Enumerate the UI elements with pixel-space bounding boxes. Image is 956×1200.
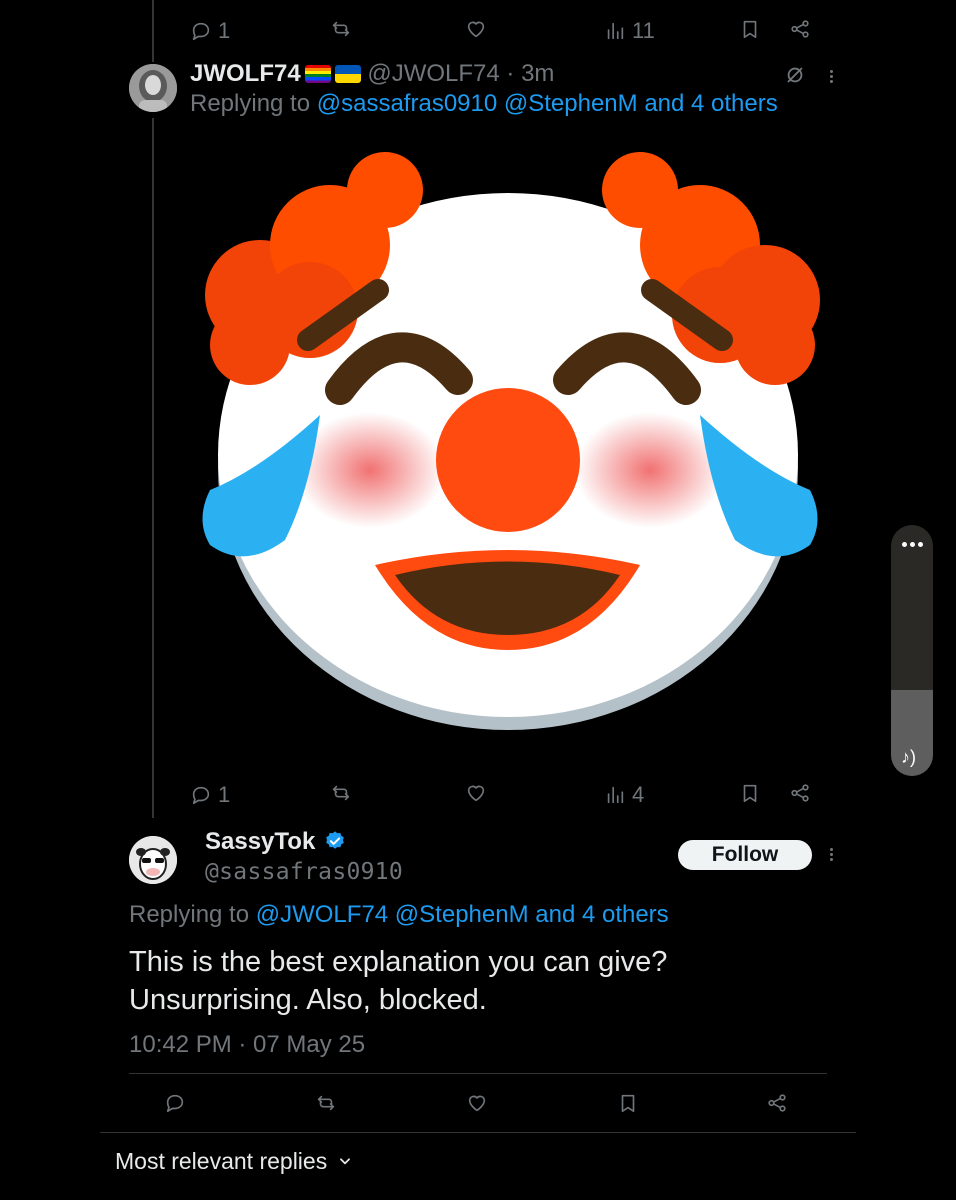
share-button[interactable] xyxy=(789,18,811,40)
replies-sort-dropdown[interactable]: Most relevant replies xyxy=(115,1148,352,1175)
clown-emoji-image[interactable] xyxy=(190,150,830,730)
like-button[interactable] xyxy=(466,1092,488,1114)
share-button[interactable] xyxy=(789,782,811,804)
bookmark-button[interactable] xyxy=(617,1092,639,1114)
replying-to-links[interactable]: @sassafras0910 @StephenM and 4 others xyxy=(317,90,778,117)
divider xyxy=(129,1073,827,1074)
handle-time[interactable]: @JWOLF74 · 3m xyxy=(367,60,554,87)
tweet-text-line: This is the best explanation you can giv… xyxy=(129,946,668,978)
heart-icon xyxy=(467,785,485,802)
display-name[interactable]: SassyTok xyxy=(205,828,315,855)
music-note-icon: ♪) xyxy=(901,747,916,767)
share-icon xyxy=(768,1094,786,1112)
repost-icon xyxy=(332,21,350,37)
tweet-header: JWOLF74 @JWOLF74 · 3m xyxy=(190,60,554,88)
follow-button[interactable]: Follow xyxy=(678,840,812,870)
replying-to: Replying to @sassafras0910 @StephenM and… xyxy=(190,90,778,117)
media-side-control[interactable]: ♪) xyxy=(891,525,933,776)
handle[interactable]: @sassafras0910 xyxy=(205,859,403,885)
share-button[interactable] xyxy=(766,1092,788,1114)
share-icon xyxy=(791,784,809,802)
views-button[interactable]: 4 xyxy=(604,782,644,808)
heart-icon xyxy=(467,21,485,38)
repost-icon xyxy=(332,785,350,801)
divider xyxy=(100,1132,856,1133)
grok-icon[interactable] xyxy=(784,64,806,86)
avatar-photo xyxy=(129,64,177,112)
thread-line-top xyxy=(152,0,154,62)
chevron-down-icon xyxy=(339,1158,350,1165)
more-options-icon[interactable] xyxy=(830,68,834,85)
repost-button[interactable] xyxy=(315,1092,337,1114)
views-icon xyxy=(607,22,624,40)
reply-icon xyxy=(192,22,210,41)
more-options-icon[interactable] xyxy=(830,846,834,863)
timestamp[interactable]: 10:42 PM · 07 May 25 xyxy=(129,1031,365,1059)
repost-icon xyxy=(317,1095,335,1111)
views-button[interactable]: 11 xyxy=(604,18,655,44)
thread-line-reply xyxy=(152,118,154,818)
avatar[interactable] xyxy=(129,64,177,112)
more-options-icon[interactable] xyxy=(902,542,923,547)
reply-button[interactable]: 1 xyxy=(190,782,230,808)
tweet-text: This is the best explanation you can giv… xyxy=(129,943,667,1019)
ukraine-flag-icon xyxy=(334,65,361,83)
replying-to-links[interactable]: @JWOLF74 @StephenM and 4 others xyxy=(256,901,669,928)
bookmark-icon xyxy=(743,20,757,39)
bookmark-button[interactable] xyxy=(739,18,761,40)
reply-icon xyxy=(166,1094,184,1113)
repost-button[interactable] xyxy=(330,18,352,40)
heart-icon xyxy=(468,1095,486,1112)
bookmark-button[interactable] xyxy=(739,782,761,804)
like-button[interactable] xyxy=(465,18,487,40)
verified-badge-icon xyxy=(326,831,344,849)
share-icon xyxy=(791,20,809,38)
tweet-text-line: Unsurprising. Also, blocked. xyxy=(129,984,487,1016)
display-name[interactable]: JWOLF74 xyxy=(190,60,301,87)
reply-icon xyxy=(192,786,210,805)
like-button[interactable] xyxy=(465,782,487,804)
rainbow-flag-icon xyxy=(304,65,331,83)
tweet-header: SassyTok xyxy=(205,828,346,856)
replying-to: Replying to @JWOLF74 @StephenM and 4 oth… xyxy=(129,901,669,928)
reply-button[interactable]: 1 xyxy=(190,18,230,44)
views-icon xyxy=(607,786,624,804)
reply-button[interactable] xyxy=(164,1092,186,1114)
bookmark-icon xyxy=(621,1094,635,1113)
replies-sort-label: Most relevant replies xyxy=(115,1148,328,1174)
avatar-photo xyxy=(129,836,177,884)
repost-button[interactable] xyxy=(330,782,352,804)
avatar[interactable] xyxy=(129,836,177,884)
bookmark-icon xyxy=(743,784,757,803)
